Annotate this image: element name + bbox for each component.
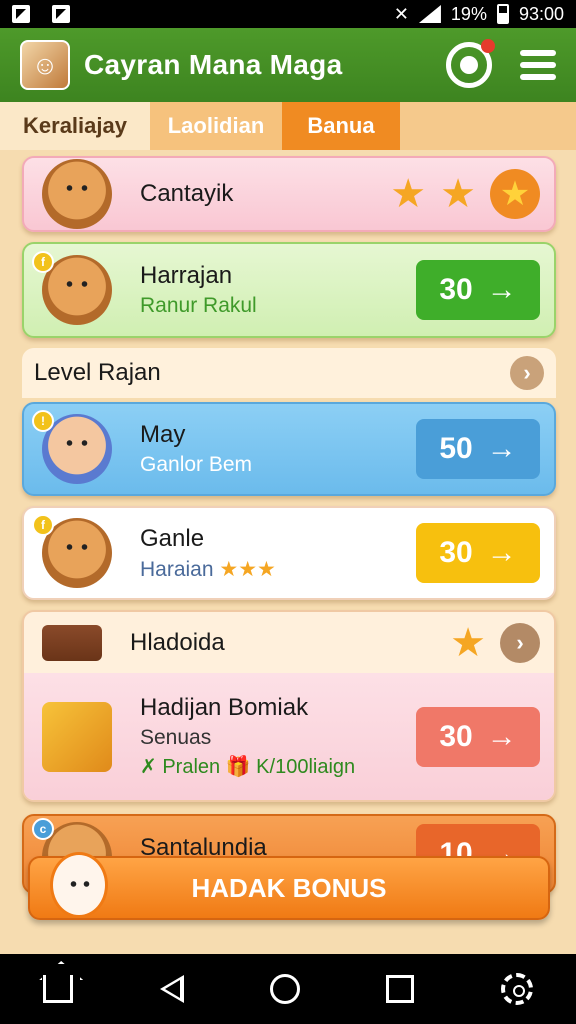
star-icon: ★ [440, 172, 476, 216]
item-subtitle: Ranur Rakul [140, 294, 257, 317]
arrow-right-icon: → [486, 536, 517, 569]
home-icon[interactable] [43, 975, 74, 1003]
back-icon[interactable] [159, 975, 184, 1003]
status-bar: ✕ 19% 93:00 [0, 0, 576, 28]
coin-badge-icon: f [32, 251, 54, 273]
navigation-bar [0, 954, 576, 1024]
item-list: Cantayik ★ ★ ★ f Harrajan Ranur Rakul 30… [0, 150, 576, 954]
chevron-right-icon[interactable]: › [510, 356, 544, 390]
item-body: Hadijan Bomiak Senuas ✗ Pralen 🎁 K/100li… [24, 673, 554, 800]
character-avatar-icon: ! [32, 410, 112, 484]
photo-notification-icon [52, 5, 70, 23]
stars-icon: ★★★ [219, 557, 276, 581]
battery-icon [496, 4, 509, 24]
gift-icon: 🎁 [225, 756, 251, 779]
star-icon: ★ [390, 172, 427, 216]
star-icon: ★ [490, 169, 540, 219]
item-header[interactable]: Hladoida ★ › [24, 612, 554, 673]
mute-icon: ✕ [393, 3, 409, 24]
item-subtitle: Senuas [140, 726, 212, 750]
bear-avatar-icon: f [32, 514, 112, 588]
value-button[interactable]: 30 → [416, 523, 540, 583]
value-button[interactable]: 30 → [416, 260, 540, 320]
coin-badge-icon: c [32, 818, 54, 840]
item-extra: ✗ Pralen 🎁 K/100liaign [140, 756, 356, 779]
notification-icon [12, 5, 30, 23]
settings-gear-icon[interactable] [500, 973, 533, 1005]
chevron-right-icon[interactable]: › [500, 622, 540, 663]
item-name: Cantayik [140, 180, 234, 207]
item-name: Harrajan [140, 262, 233, 289]
list-item[interactable]: Hladoida ★ › Hadijan Bomiak Senuas ✗ Pra… [22, 610, 556, 802]
item-name: Hadijan Bomiak [140, 694, 309, 722]
list-item[interactable]: f Ganle Haraian ★★★ 30 → [22, 506, 556, 600]
check-icon: ✗ [140, 756, 157, 779]
list-item[interactable]: f Harrajan Ranur Rakul 30 → [22, 242, 556, 338]
signal-icon [418, 5, 441, 23]
item-subtitle: Ganlor Bem [140, 453, 253, 476]
item-header-title: Hladoida [130, 628, 225, 656]
bear-avatar-icon [42, 159, 112, 229]
tab-keraliajay[interactable]: Keraliajay [0, 102, 150, 150]
menu-icon[interactable] [520, 50, 556, 80]
arrow-right-icon: → [486, 273, 517, 306]
item-name: Ganle [140, 524, 205, 552]
arrow-right-icon: → [486, 719, 517, 753]
star-icon: ★ [450, 620, 486, 665]
coin-badge-icon: ! [32, 410, 54, 432]
item-name: May [140, 421, 186, 448]
bear-avatar-icon: f [32, 251, 112, 325]
arrow-right-icon: → [486, 432, 517, 465]
tab-bar: Keraliajay Laolidian Banua [0, 102, 576, 150]
value-button[interactable]: 50 → [416, 419, 540, 479]
app-bar: ☺ Cayran Mana Maga [0, 28, 576, 102]
star-rating: ★ ★ ★ [390, 169, 540, 219]
chest-icon [42, 624, 102, 661]
section-header[interactable]: Level Rajan › [22, 348, 556, 398]
tab-banua[interactable]: Banua [282, 102, 400, 150]
tab-laolidian[interactable]: Laolidian [150, 102, 282, 150]
battery-percent: 19% [450, 3, 487, 24]
value-button[interactable]: 30 → [416, 706, 540, 767]
list-item[interactable]: ! May Ganlor Bem 50 → [22, 402, 556, 496]
app-title: Cayran Mana Maga [84, 49, 343, 80]
section-title: Level Rajan [34, 359, 161, 386]
value: 30 [439, 719, 473, 753]
list-item[interactable]: Cantayik ★ ★ ★ [22, 156, 556, 232]
home-circle-icon[interactable] [269, 974, 300, 1004]
coin-badge-icon: f [32, 514, 54, 536]
value: 30 [439, 273, 473, 306]
tab-spacer [400, 102, 576, 150]
recents-icon[interactable] [386, 975, 415, 1003]
item-subtitle: Haraian ★★★ [140, 557, 276, 581]
target-icon[interactable] [446, 39, 495, 88]
gift-box-icon [42, 701, 112, 772]
mascot-icon [50, 852, 108, 918]
app-logo: ☺ [20, 40, 70, 90]
value: 30 [439, 536, 473, 569]
value: 50 [439, 432, 473, 465]
clock: 93:00 [518, 3, 564, 24]
